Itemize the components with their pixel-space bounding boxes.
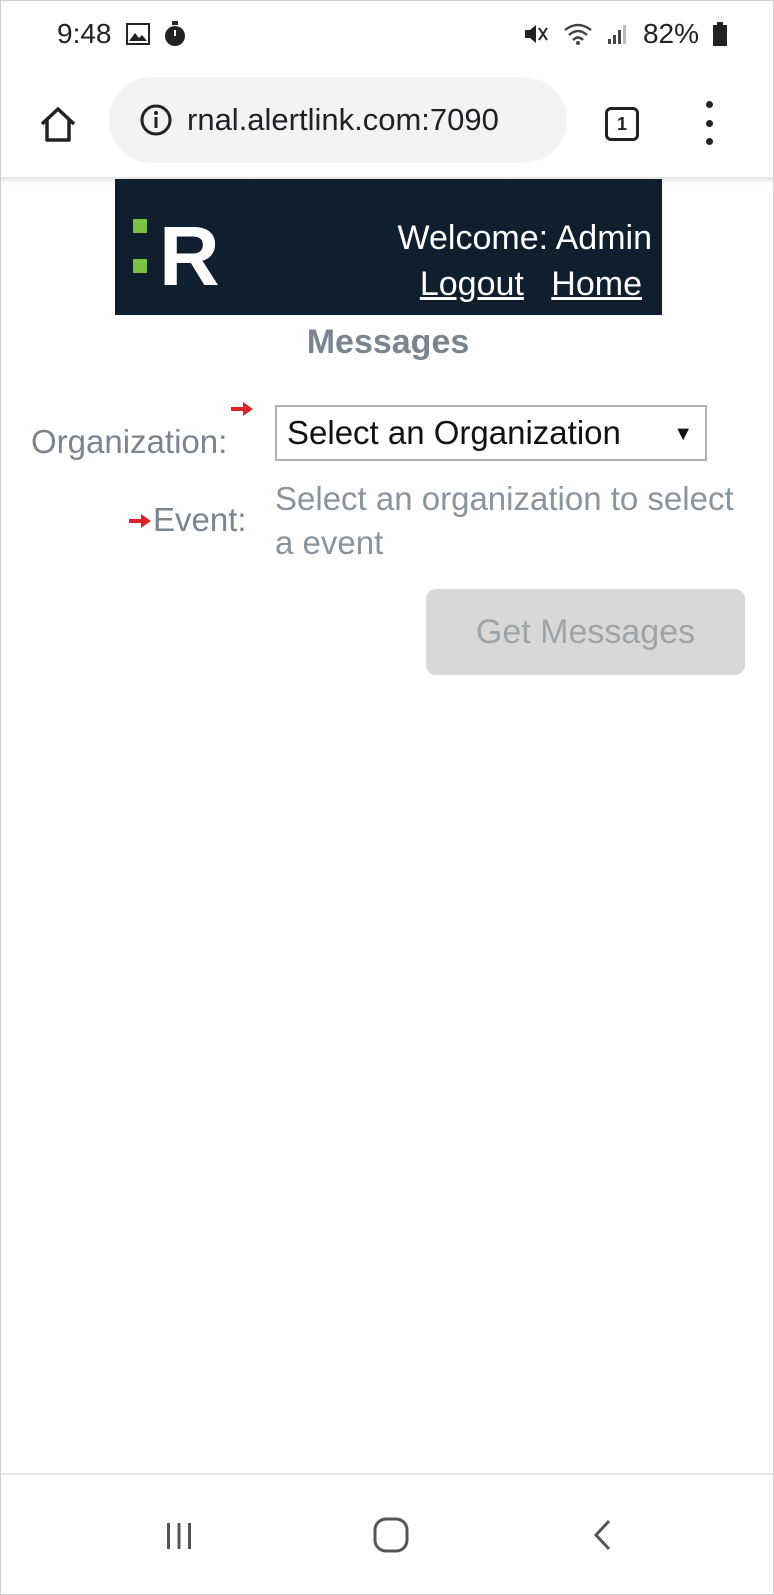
home-link[interactable]: Home	[551, 265, 642, 303]
recent-apps-icon[interactable]	[149, 1505, 209, 1565]
header-links: Logout Home	[402, 265, 642, 304]
organization-select-value: Select an Organization	[287, 414, 621, 451]
home-nav-icon[interactable]	[361, 1505, 421, 1565]
page-title: Messages	[306, 323, 470, 361]
tab-switcher-button[interactable]: 1	[605, 107, 639, 141]
event-label: Event:	[153, 501, 247, 538]
status-time: 9:48	[57, 18, 112, 49]
required-arrow-icon	[129, 514, 151, 528]
battery-icon	[713, 22, 727, 46]
url-text[interactable]: rnal.alertlink.com:7090	[187, 102, 499, 138]
required-arrow-icon	[231, 402, 253, 416]
status-left: 9:48	[57, 18, 186, 50]
gallery-icon	[125, 23, 150, 45]
stopwatch-icon	[164, 21, 186, 47]
phone-screen: 9:48 82% rnal.alertlink.com:7090 1 R Wel…	[0, 0, 774, 1595]
system-nav-bar	[1, 1475, 773, 1594]
status-bar: 9:48 82%	[1, 1, 773, 67]
organization-select[interactable]: Select an Organization ▼	[275, 405, 707, 461]
site-logo: R	[129, 197, 229, 303]
organization-label: Organization:	[31, 423, 228, 460]
wifi-icon	[563, 22, 593, 46]
browser-toolbar: rnal.alertlink.com:7090 1	[1, 67, 773, 177]
welcome-text: Welcome: Admin	[397, 219, 652, 257]
get-messages-button[interactable]: Get Messages	[426, 589, 745, 675]
url-bar[interactable]: rnal.alertlink.com:7090	[109, 77, 567, 163]
logo-letter: R	[159, 209, 220, 297]
status-right: 82%	[523, 18, 727, 50]
event-hint-text: Select an organization to select a event	[275, 480, 734, 561]
tab-count: 1	[616, 113, 627, 134]
home-icon[interactable]	[33, 99, 83, 149]
back-icon[interactable]	[573, 1505, 633, 1565]
dropdown-caret-icon: ▼	[673, 423, 693, 445]
site-header: R Welcome: Admin Logout Home	[115, 179, 662, 315]
overflow-menu-icon[interactable]	[697, 101, 721, 145]
info-icon[interactable]	[139, 103, 173, 137]
logout-link[interactable]: Logout	[420, 265, 524, 303]
mute-icon	[523, 22, 549, 46]
signal-icon	[607, 23, 629, 45]
battery-percent: 82%	[642, 18, 699, 49]
